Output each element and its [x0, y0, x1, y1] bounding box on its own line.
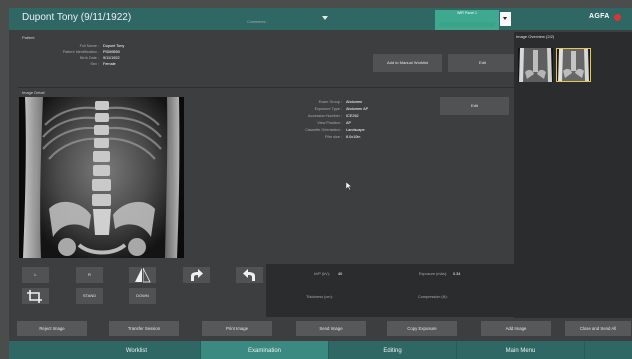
section-divider	[18, 87, 515, 88]
cassette-orientation-value: Landscape	[346, 128, 365, 132]
thumbnail-image	[557, 49, 590, 81]
field-label: Exposure Type :	[314, 107, 342, 111]
edit-patient-button[interactable]: Edit	[448, 54, 517, 72]
field-label: Birth Date :	[80, 56, 99, 60]
patient-section-title: Patient	[22, 35, 35, 40]
image-detail-section-title: Image Detail	[22, 90, 45, 95]
flip-horizontal-icon	[135, 267, 151, 283]
crop-icon	[27, 290, 42, 303]
thickness-label: Thickness (cm):	[306, 295, 333, 299]
app-window: Dupont Tony (9/11/1922) WiFi Panel 1 AGF…	[9, 8, 632, 359]
field-label: Exam Group :	[318, 100, 342, 104]
view-position-value: AP	[346, 121, 352, 125]
edit-image-button[interactable]: Edit	[440, 97, 509, 115]
top-bar: Dupont Tony (9/11/1922) WiFi Panel 1 AGF…	[9, 8, 632, 30]
xray-image[interactable]	[19, 97, 184, 258]
birth-date-value: 9/11/1922	[103, 56, 120, 60]
patient-id-value: PID89550	[103, 50, 120, 54]
tab-main-menu[interactable]: Main Menu	[457, 341, 585, 359]
patient-dropdown-icon[interactable]	[322, 16, 328, 20]
print-image-button[interactable]: Print Image	[202, 321, 272, 336]
copy-exposure-button[interactable]: Copy Exposure	[387, 321, 457, 336]
left-marker-button[interactable]: L	[22, 267, 49, 283]
full-name-value: Dupont Tony	[103, 44, 125, 48]
mouse-cursor-icon	[346, 182, 352, 190]
right-marker-button[interactable]: R	[76, 267, 103, 283]
reject-image-button[interactable]: Reject Image	[17, 321, 87, 336]
exam-group-value: Abdomen	[346, 100, 363, 104]
xray-render	[19, 97, 184, 258]
kvp-label: kVP (kV):	[314, 272, 330, 276]
accession-number-value: ICE262	[346, 114, 359, 118]
stand-button[interactable]: STAND	[76, 288, 103, 304]
exposure-label: Exposure (mAs):	[419, 272, 448, 276]
field-label: Full Name :	[79, 44, 99, 48]
field-label: View Position :	[317, 121, 342, 125]
image-overview-title: Image Overview (2/2)	[516, 34, 555, 39]
field-label: Patient Identification :	[62, 50, 99, 54]
agfa-logo-mark	[614, 14, 621, 21]
panel-select-label: WiFi Panel 1	[457, 11, 477, 15]
tab-editing[interactable]: Editing	[329, 341, 457, 359]
rotate-left-icon	[243, 269, 255, 281]
image-thumbnail[interactable]	[518, 48, 553, 82]
panel-select-indicator	[439, 22, 495, 27]
thumbnail-image	[518, 48, 553, 82]
panel-dropdown-button[interactable]	[500, 12, 511, 26]
kvp-value: 40	[338, 272, 343, 276]
flip-horizontal-button[interactable]	[129, 267, 156, 283]
rotate-left-button[interactable]	[236, 267, 263, 283]
rotate-right-icon	[191, 269, 203, 281]
rotate-right-button[interactable]	[183, 267, 210, 283]
close-and-send-all-button[interactable]: Close and Send All	[565, 321, 631, 336]
bottom-navigation: Worklist Examination Editing Main Menu	[9, 341, 632, 359]
film-size-value: 8.0x10in	[346, 135, 361, 139]
add-to-worklist-button[interactable]: Add to Manual Worklist	[373, 54, 442, 72]
crop-button[interactable]	[22, 288, 49, 304]
exposure-parameters: kVP (kV): 40 Exposure (mAs): 0.34 Thickn…	[266, 264, 514, 317]
image-overview-panel: Image Overview (2/2)	[514, 32, 632, 318]
field-label: Accession Number :	[308, 114, 342, 118]
exposure-value: 0.34	[453, 272, 461, 276]
tab-examination[interactable]: Examination	[201, 341, 329, 359]
image-thumbnail-selected[interactable]	[556, 48, 591, 82]
sex-value: Female	[103, 62, 116, 66]
action-bar: Reject Image Transfer Session Print Imag…	[9, 318, 632, 338]
panel-select[interactable]: WiFi Panel 1	[435, 10, 499, 30]
field-label: Film size :	[324, 135, 342, 139]
compression-label: Compression (N):	[418, 295, 448, 299]
tab-worklist[interactable]: Worklist	[73, 341, 201, 359]
comments-label: Comments :	[247, 20, 268, 24]
exposure-type-value: Abdomen AP	[346, 107, 369, 111]
agfa-logo: AGFA	[589, 13, 610, 20]
send-image-button[interactable]: Send Image	[296, 321, 366, 336]
field-label: Sex :	[90, 62, 99, 66]
down-button[interactable]: DOWN	[129, 288, 156, 304]
field-label: Cassette Orientation :	[305, 128, 342, 132]
transfer-session-button[interactable]: Transfer Session	[109, 321, 179, 336]
add-image-button[interactable]: Add Image	[481, 321, 551, 336]
patient-title[interactable]: Dupont Tony (9/11/1922)	[22, 12, 131, 23]
